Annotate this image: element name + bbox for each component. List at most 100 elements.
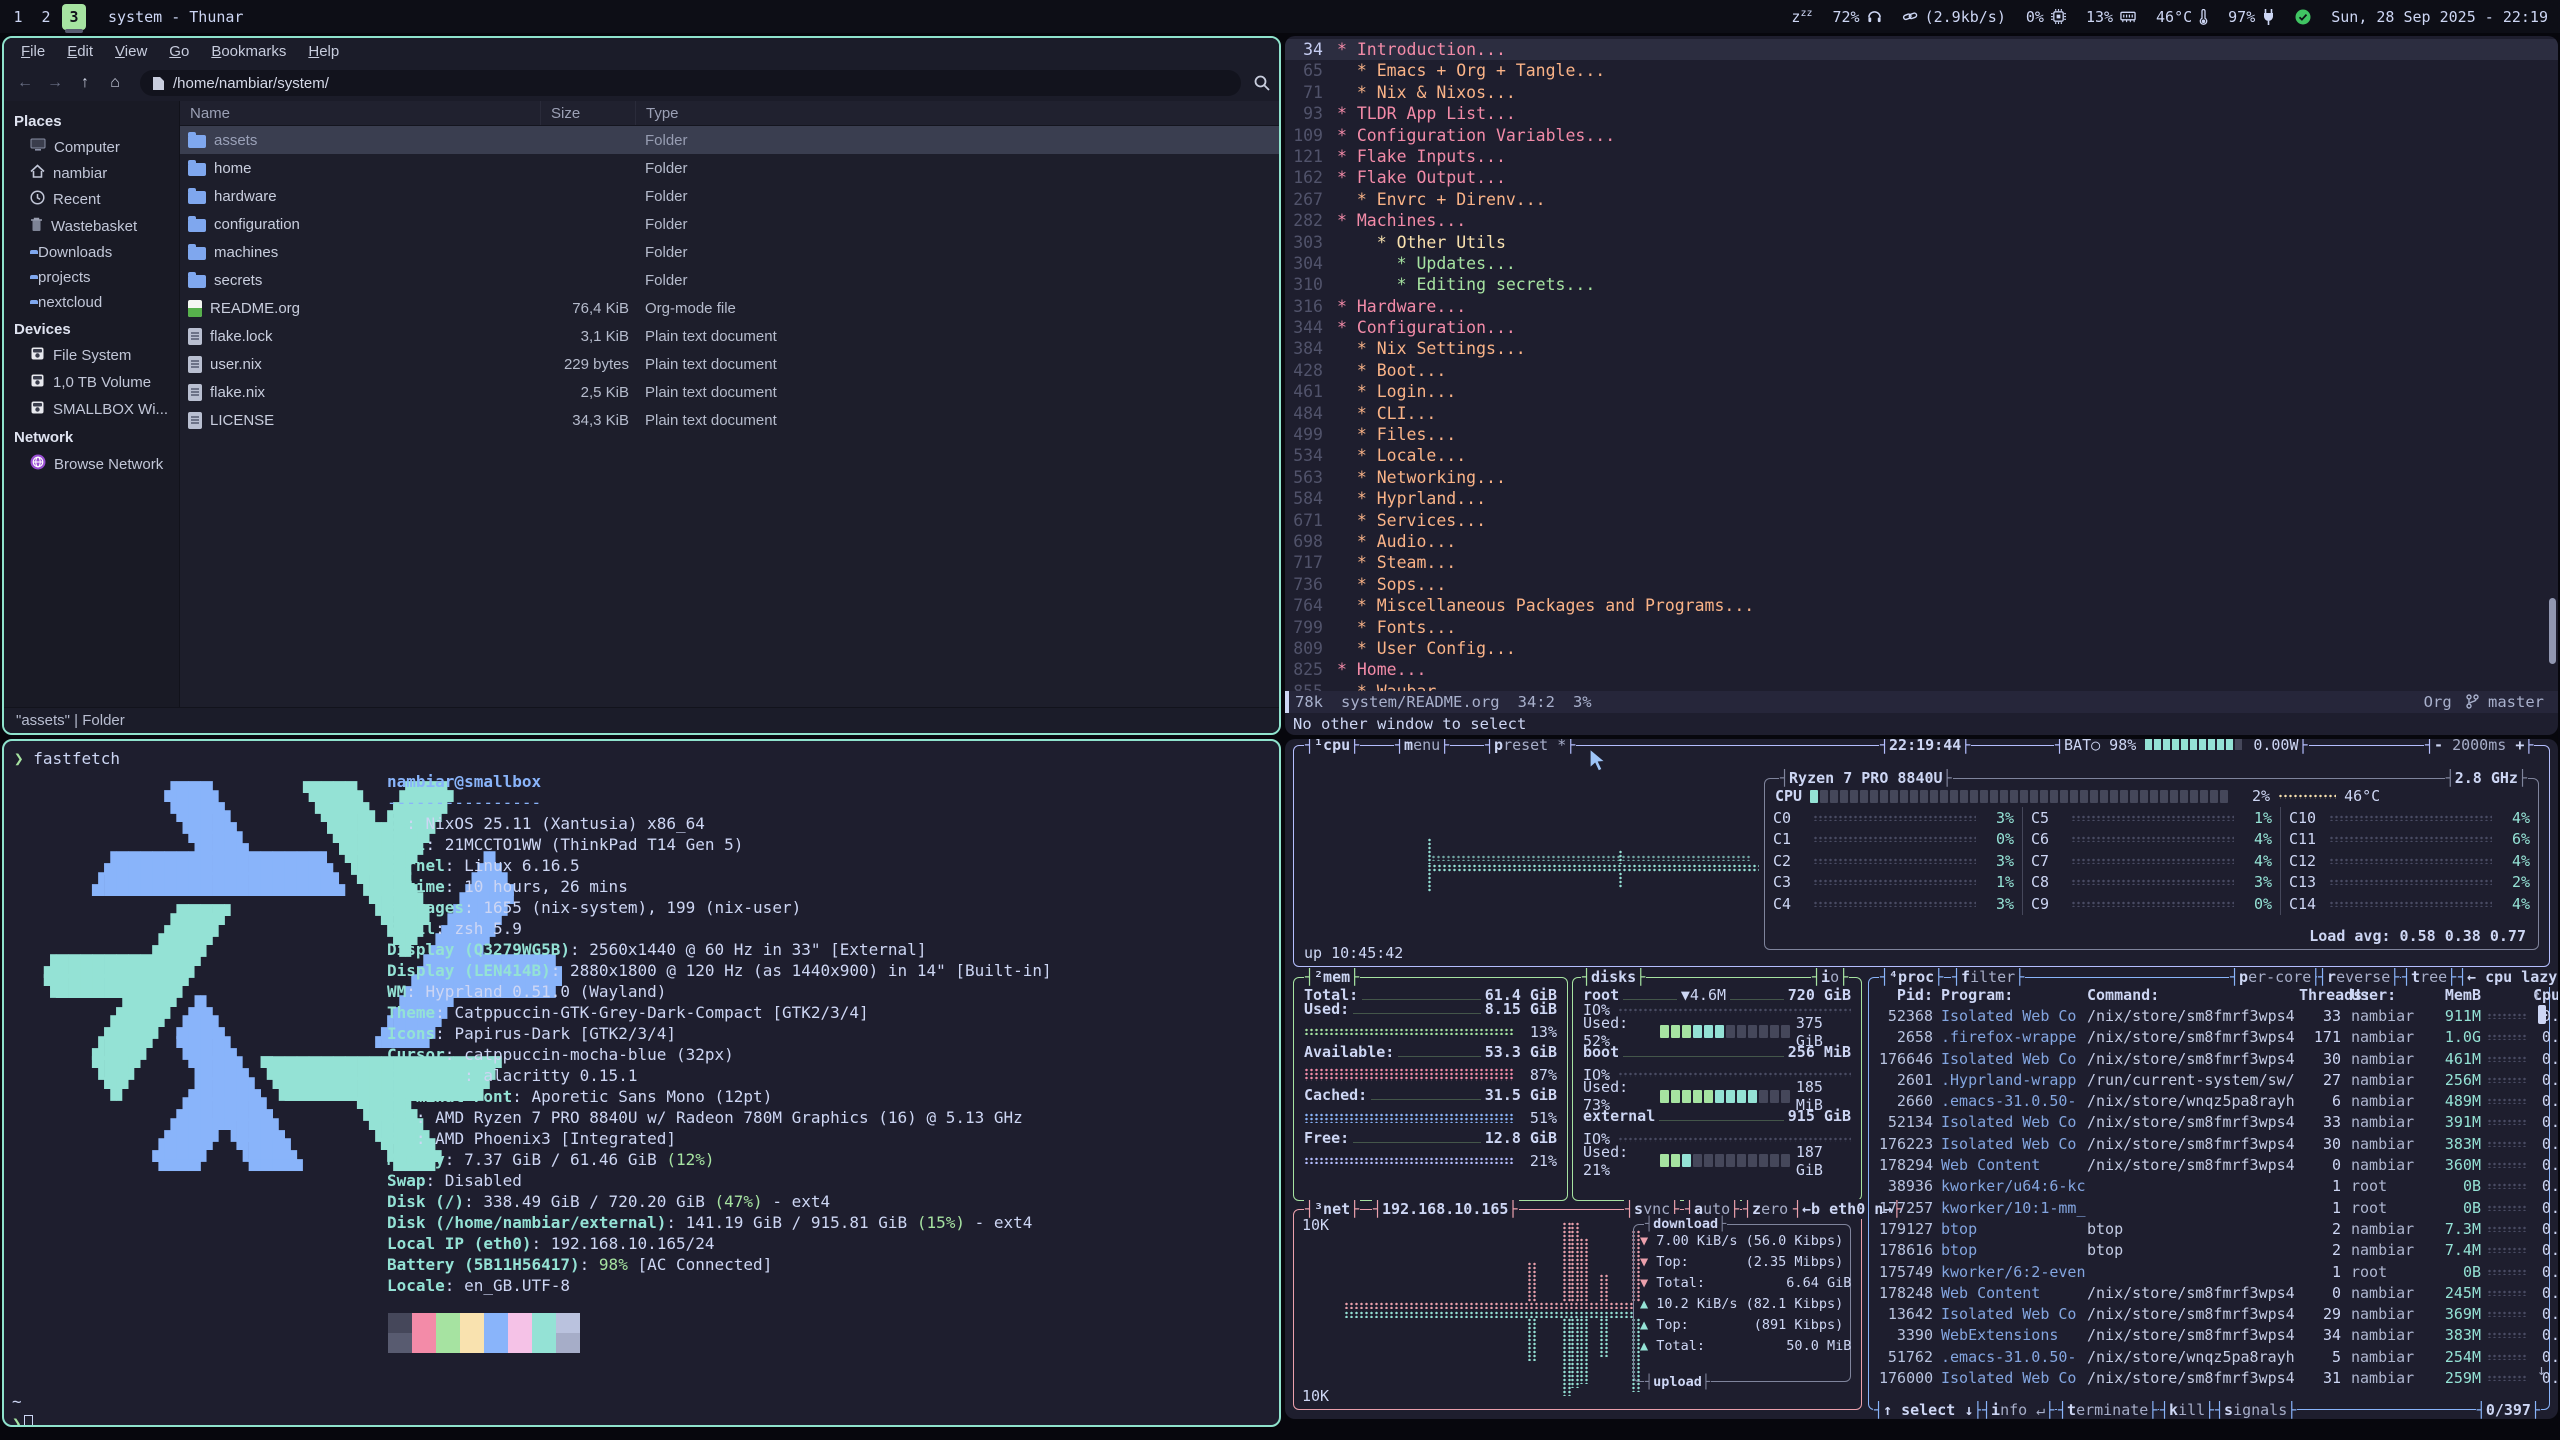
process-row[interactable]: 2658.firefox-wrappe/nix/store/sm8fmrf3wp… (1869, 1027, 2549, 1048)
org-heading-line[interactable]: 671 * Services... (1285, 510, 2558, 531)
proc-scrollbar-thumb[interactable] (2538, 1005, 2546, 1024)
org-heading-line[interactable]: 499 * Files... (1285, 424, 2558, 445)
sidebar-item-downloads[interactable]: Downloads (4, 240, 179, 265)
info-button[interactable]: info ↵ (1981, 1400, 2055, 1419)
idle-inhibitor-module[interactable]: zzz (1791, 8, 1812, 26)
cpu-tab[interactable]: ¹cpu (1304, 739, 1360, 755)
location-bar[interactable]: /home/nambiar/system/ (140, 70, 1241, 96)
process-row[interactable]: 2660.emacs-31.0.50-/nix/store/wnqz5pa8ra… (1869, 1090, 2549, 1111)
back-button[interactable]: ← (12, 70, 38, 96)
org-heading-line[interactable]: 344* Configuration... (1285, 317, 2558, 338)
org-heading-line[interactable]: 282* Machines... (1285, 210, 2558, 231)
org-heading-line[interactable]: 461 * Login... (1285, 381, 2558, 402)
sidebar-item-browse-network[interactable]: Browse Network (4, 450, 179, 478)
menu-edit[interactable]: Edit (58, 41, 102, 62)
home-button[interactable]: ⌂ (102, 70, 128, 96)
emacs-window[interactable]: 34* Introduction...65 * Emacs + Org + Ta… (1285, 36, 2558, 735)
file-row-hardware[interactable]: hardwareFolder (180, 182, 1279, 210)
org-heading-line[interactable]: 304 * Updates... (1285, 253, 2558, 274)
org-heading-line[interactable]: 65 * Emacs + Org + Tangle... (1285, 60, 2558, 81)
sidebar-item-nambiar[interactable]: nambiar (4, 160, 179, 186)
org-heading-line[interactable]: 93* TLDR App List... (1285, 103, 2558, 124)
process-row[interactable]: 52134Isolated Web Co/nix/store/sm8fmrf3w… (1869, 1112, 2549, 1133)
file-row-machines[interactable]: machinesFolder (180, 238, 1279, 266)
net-zero-button[interactable]: zero (1742, 1199, 1798, 1219)
file-row-license[interactable]: LICENSE34,3 KiBPlain text document (180, 406, 1279, 434)
org-heading-line[interactable]: 764 * Miscellaneous Packages and Program… (1285, 595, 2558, 616)
org-heading-line[interactable]: 825* Home... (1285, 659, 2558, 680)
org-heading-line[interactable]: 316* Hardware... (1285, 296, 2558, 317)
io-tab[interactable]: io (1811, 967, 1849, 987)
temperature-module[interactable]: 46°C (2156, 8, 2208, 26)
process-row[interactable]: 176000Isolated Web Co/nix/store/sm8fmrf3… (1869, 1367, 2549, 1388)
menu-help[interactable]: Help (299, 41, 348, 62)
status-check-module[interactable] (2295, 9, 2311, 25)
org-heading-line[interactable]: 109* Configuration Variables... (1285, 125, 2558, 146)
update-interval[interactable]: - 2000ms + (2424, 739, 2534, 755)
org-heading-line[interactable]: 855 * Waubar... (1285, 681, 2558, 691)
process-row[interactable]: 175749kworker/6:2-even1root0B0.0 (1869, 1261, 2549, 1282)
clock-module[interactable]: Sun, 28 Sep 2025 - 22:19 (2331, 8, 2548, 26)
sidebar-item-recent[interactable]: Recent (4, 186, 179, 213)
org-heading-line[interactable]: 428 * Boot... (1285, 360, 2558, 381)
process-row[interactable]: 2601.Hyprland-wrapp/run/current-system/s… (1869, 1069, 2549, 1090)
sidebar-item-computer[interactable]: Computer (4, 134, 179, 160)
sidebar-item-projects[interactable]: projects (4, 265, 179, 290)
file-row-home[interactable]: homeFolder (180, 154, 1279, 182)
file-row-readme-org[interactable]: README.org76,4 KiBOrg-mode file (180, 294, 1279, 322)
org-heading-line[interactable]: 584 * Hyprland... (1285, 488, 2558, 509)
process-row[interactable]: 178248Web Content/nix/store/sm8fmrf3wps4… (1869, 1282, 2549, 1303)
menu-button[interactable]: menu (1394, 739, 1450, 755)
process-row[interactable]: 178294Web Content/nix/store/sm8fmrf3wps4… (1869, 1154, 2549, 1175)
proc-header-memb[interactable]: MemB (2427, 986, 2481, 1004)
org-heading-line[interactable]: 267 * Envrc + Direnv... (1285, 189, 2558, 210)
workspace-button-2[interactable]: 2 (34, 4, 58, 30)
file-row-flake-lock[interactable]: flake.lock3,1 KiBPlain text document (180, 322, 1279, 350)
process-row[interactable]: 52368Isolated Web Co/nix/store/sm8fmrf3w… (1869, 1005, 2549, 1026)
menu-view[interactable]: View (106, 41, 156, 62)
menu-go[interactable]: Go (160, 41, 198, 62)
workspace-button-3[interactable]: 3 (62, 4, 86, 30)
process-row[interactable]: 178616btopbtop2nambiar7.4M0.0 (1869, 1240, 2549, 1261)
org-heading-line[interactable]: 384 * Nix Settings... (1285, 338, 2558, 359)
disks-tab[interactable]: disks (1581, 967, 1646, 987)
proc-header-threads[interactable]: Threads: (2299, 986, 2351, 1004)
proc-header-user[interactable]: User: (2351, 986, 2427, 1004)
sidebar-item-wastebasket[interactable]: Wastebasket (4, 213, 179, 240)
kill-button[interactable]: kill (2159, 1400, 2215, 1419)
org-heading-line[interactable]: 303 * Other Utils (1285, 232, 2558, 253)
proc-header-program[interactable]: Program: (1941, 986, 2087, 1004)
signals-button[interactable]: signals (2214, 1400, 2297, 1419)
column-type[interactable]: Type (635, 101, 1279, 125)
up-button[interactable]: ↑ (72, 70, 98, 96)
org-heading-line[interactable]: 534 * Locale... (1285, 445, 2558, 466)
org-heading-line[interactable]: 809 * User Config... (1285, 638, 2558, 659)
column-size[interactable]: Size (540, 101, 635, 125)
column-name[interactable]: Name (180, 101, 540, 125)
process-row[interactable]: 3390WebExtensions/nix/store/sm8fmrf3wps4… (1869, 1325, 2549, 1346)
file-row-flake-nix[interactable]: flake.nix2,5 KiBPlain text document (180, 378, 1279, 406)
process-row[interactable]: 13642Isolated Web Co/nix/store/sm8fmrf3w… (1869, 1303, 2549, 1324)
org-heading-line[interactable]: 34* Introduction... (1285, 39, 2558, 60)
proc-header-command[interactable]: Command: (2087, 986, 2299, 1004)
preset-button[interactable]: preset * (1484, 739, 1576, 755)
mem-tab[interactable]: ²mem (1304, 967, 1360, 987)
memory-module[interactable]: 13% (2086, 8, 2136, 26)
scrollbar-thumb[interactable] (2549, 598, 2556, 664)
file-row-secrets[interactable]: secretsFolder (180, 266, 1279, 294)
proc-header-pid[interactable]: Pid: (1879, 986, 1941, 1004)
process-row[interactable]: 179127btopbtop2nambiar7.3M0.0 (1869, 1218, 2549, 1239)
sidebar-item-file-system[interactable]: File System (4, 342, 179, 369)
org-heading-line[interactable]: 799 * Fonts... (1285, 617, 2558, 638)
process-row[interactable]: 38936kworker/u64:6-kc1root0B0.0 (1869, 1176, 2549, 1197)
org-heading-line[interactable]: 310 * Editing secrets... (1285, 274, 2558, 295)
process-row[interactable]: 176646Isolated Web Co/nix/store/sm8fmrf3… (1869, 1048, 2549, 1069)
org-heading-line[interactable]: 71 * Nix & Nixos... (1285, 82, 2558, 103)
org-heading-line[interactable]: 717 * Steam... (1285, 552, 2558, 573)
sidebar-item-1-0-tb-volume[interactable]: 1,0 TB Volume (4, 369, 179, 396)
terminate-button[interactable]: terminate (2057, 1400, 2158, 1419)
sidebar-item-smallbox-wi-[interactable]: SMALLBOX Wi... (4, 396, 179, 423)
file-row-assets[interactable]: assetsFolder (180, 126, 1279, 154)
org-heading-line[interactable]: 121* Flake Inputs... (1285, 146, 2558, 167)
volume-module[interactable]: 72% (1833, 8, 1882, 26)
